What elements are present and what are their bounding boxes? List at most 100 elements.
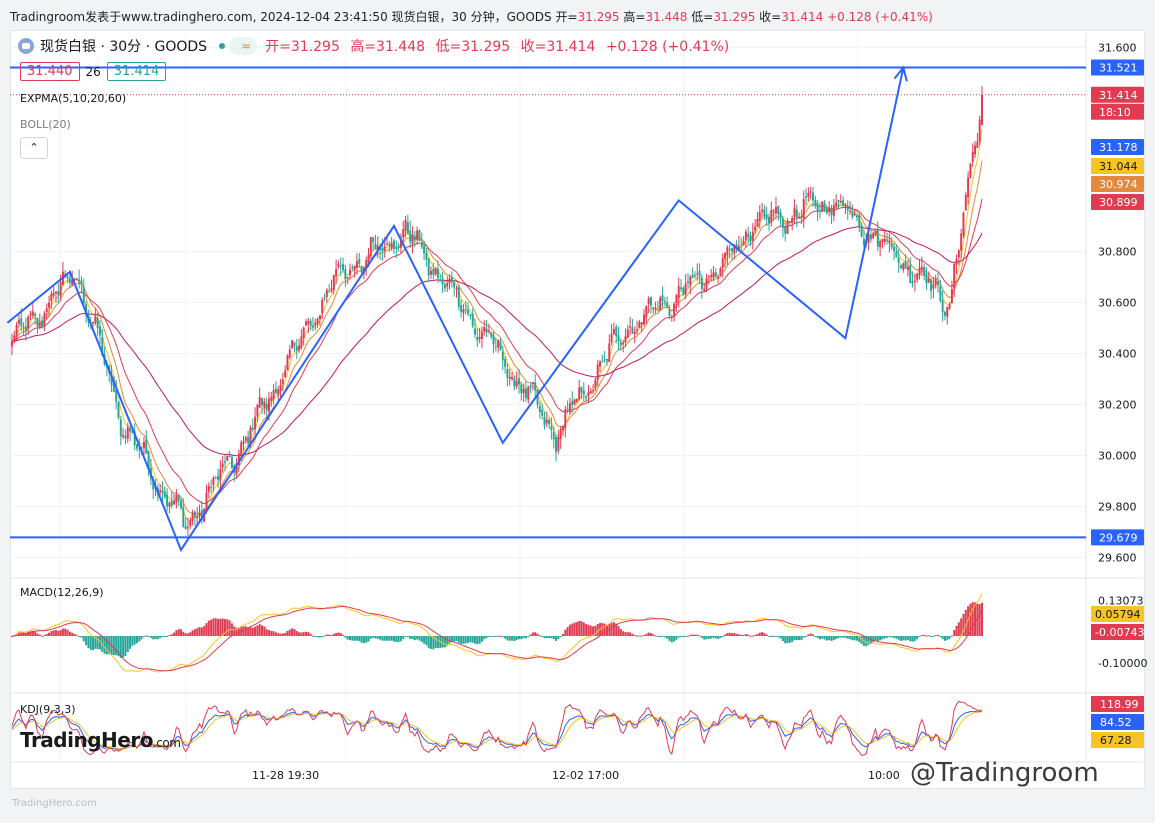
candle-body (337, 263, 340, 267)
macd-histogram-bar (835, 636, 838, 639)
candle-body (724, 253, 727, 259)
macd-histogram-bar (425, 636, 428, 646)
macd-histogram-bar (92, 636, 95, 651)
candle-body (267, 398, 270, 412)
candle-body (191, 513, 194, 522)
candle-body (129, 428, 132, 432)
candle-body (638, 321, 641, 328)
high-value: 高=31.448 (350, 39, 426, 55)
macd-histogram-bar (142, 636, 145, 637)
candle-body (432, 268, 435, 276)
macd-histogram-bar (751, 635, 754, 637)
candle-body (221, 463, 224, 468)
macd-histogram-bar (763, 633, 766, 636)
candle-body (207, 485, 210, 492)
macd-histogram-bar (686, 635, 689, 637)
ema10-line (11, 160, 983, 516)
candle-body (548, 420, 551, 425)
expma-legend[interactable]: EXPMA(5,10,20,60) (20, 92, 126, 105)
macd-histogram-bar (205, 623, 208, 636)
candle-body (22, 326, 25, 328)
candle-body (781, 218, 784, 228)
kdj-legend[interactable]: KDJ(9,3,3) (20, 703, 76, 716)
candle-body (277, 389, 280, 396)
macd-histogram-bar (323, 635, 326, 637)
candle-body (402, 229, 405, 238)
candle-body (240, 442, 243, 456)
macd-histogram-bar (582, 622, 585, 636)
candle-body (913, 280, 916, 282)
candle-body (631, 327, 634, 333)
macd-histogram-bar (397, 636, 400, 643)
candle-body (372, 237, 375, 243)
candle-body (409, 230, 412, 242)
candle-body (318, 315, 321, 320)
candle-body (812, 192, 815, 201)
macd-histogram-bar (136, 636, 139, 644)
candle-body (603, 359, 606, 361)
price-tag-label: 29.679 (1099, 531, 1138, 544)
macd-histogram-bar (96, 636, 99, 650)
macd-histogram-bar (344, 636, 347, 638)
chart-canvas[interactable]: 31.600 30.800 30.600 30.400 30.200 30.000 29.8… (0, 0, 1155, 823)
macd-histogram-bar (809, 633, 812, 636)
macd-histogram-bar (765, 634, 768, 636)
macd-histogram-bar (355, 636, 358, 641)
candle-body (802, 199, 805, 219)
candle-body (374, 243, 377, 250)
candle-body (923, 266, 926, 276)
macd-histogram-bar (337, 632, 340, 636)
macd-histogram-bar (742, 634, 745, 636)
candle-body (899, 265, 902, 269)
symbol-title[interactable]: 现货白银 · 30分 · GOODS (40, 36, 207, 56)
candle-body (807, 192, 810, 197)
candle-body (223, 461, 226, 463)
candle-body (36, 317, 39, 327)
candle-body (978, 119, 981, 142)
candle-body (703, 288, 706, 291)
macd-histogram-bar (298, 632, 301, 636)
macd-histogram-bar (548, 636, 551, 639)
macd-legend[interactable]: MACD(12,26,9) (20, 586, 104, 599)
candle-body (659, 297, 662, 311)
boll-legend[interactable]: BOLL(20) (20, 118, 71, 131)
candle-body (589, 391, 592, 394)
collapse-legend-button[interactable]: ⌃ (20, 137, 48, 159)
candle-body (545, 419, 548, 424)
candle-body (353, 265, 356, 270)
macd-histogram-bar (409, 636, 412, 639)
macd-histogram-bar (395, 636, 398, 642)
candle-body (730, 248, 733, 252)
macd-histogram-bar (383, 636, 386, 641)
macd-histogram-bar (564, 629, 567, 636)
macd-histogram-bar (122, 636, 125, 658)
macd-histogram-bar (659, 636, 662, 637)
macd-histogram-bar (927, 635, 930, 637)
ask-button[interactable]: 31.414 (106, 62, 167, 81)
candle-body (499, 341, 502, 350)
candle-body (177, 495, 180, 501)
candle-body (219, 469, 222, 481)
candle-body (964, 195, 967, 211)
macd-histogram-bar (689, 634, 692, 636)
macd-histogram-bar (918, 636, 921, 637)
macd-histogram-bar (210, 619, 213, 636)
candle-body (636, 329, 639, 331)
silver-symbol-icon (18, 38, 34, 54)
candles (11, 86, 983, 536)
macd-histogram-bar (855, 636, 858, 641)
bid-button[interactable]: 31.440 (20, 62, 80, 81)
status-pill[interactable]: ≈ (229, 37, 258, 55)
candle-body (677, 286, 680, 298)
macd-histogram-bar (680, 636, 683, 637)
macd-histogram-bar (464, 636, 467, 644)
candle-body (941, 300, 944, 312)
macd-histogram-bar (550, 636, 553, 639)
candle-body (615, 326, 618, 336)
candle-body (585, 397, 588, 399)
macd-histogram-bar (492, 636, 495, 637)
macd-histogram-bar (75, 634, 78, 636)
macd-histogram-bar (541, 636, 544, 637)
candle-body (967, 177, 970, 198)
candle-body (427, 258, 430, 276)
